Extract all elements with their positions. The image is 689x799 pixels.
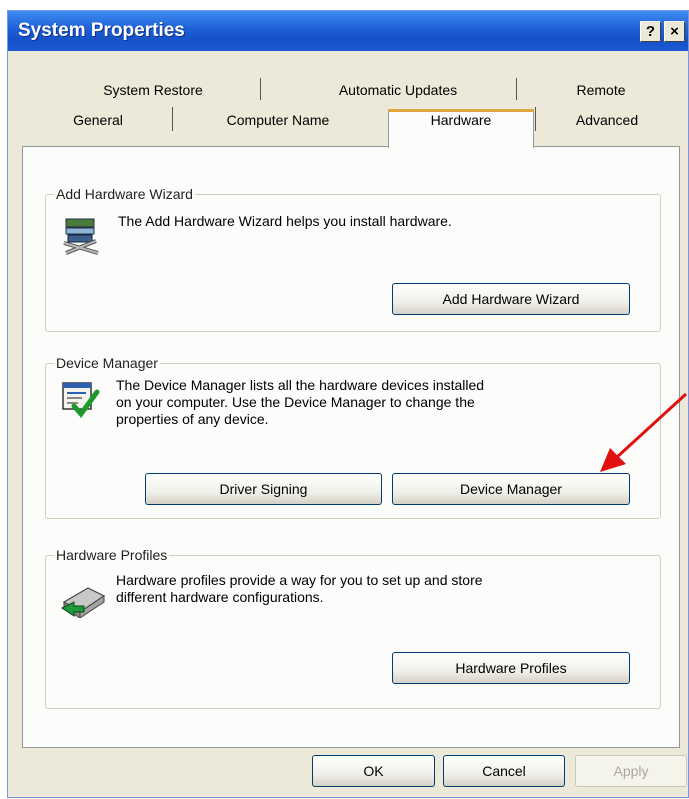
device-manager-description-line: on your computer. Use the Device Manager… xyxy=(116,394,475,410)
ok-button[interactable]: OK xyxy=(312,755,435,787)
add-hardware-description: The Add Hardware Wizard helps you instal… xyxy=(118,213,452,229)
device-manager-description-line: The Device Manager lists all the hardwar… xyxy=(116,377,485,393)
tab-computer-name[interactable]: Computer Name xyxy=(188,110,368,130)
tab-divider xyxy=(535,107,536,131)
tab-hardware-label: Hardware xyxy=(430,112,492,128)
add-hardware-wizard-button[interactable]: Add Hardware Wizard xyxy=(392,283,630,315)
close-button[interactable]: × xyxy=(664,21,685,42)
tab-remote[interactable]: Remote xyxy=(536,80,666,100)
tab-system-restore[interactable]: System Restore xyxy=(68,80,238,100)
add-hardware-group: Add Hardware Wizard The Add Hardware Wiz… xyxy=(45,185,661,332)
device-manager-group: Device Manager The Device Manager lists … xyxy=(45,354,661,519)
hardware-profiles-button[interactable]: Hardware Profiles xyxy=(392,652,630,684)
group-label: Add Hardware Wizard xyxy=(54,185,195,203)
hardware-profiles-group: Hardware Profiles Hardware profiles prov… xyxy=(45,546,661,709)
tab-general[interactable]: General xyxy=(38,110,158,130)
window-title: System Properties xyxy=(18,20,185,41)
group-label: Hardware Profiles xyxy=(54,546,170,564)
tab-automatic-updates[interactable]: Automatic Updates xyxy=(288,80,508,100)
apply-button[interactable]: Apply xyxy=(575,755,687,787)
hardware-profiles-description-line: different hardware configurations. xyxy=(116,589,324,605)
cancel-button[interactable]: Cancel xyxy=(443,755,565,787)
hardware-profiles-description-line: Hardware profiles provide a way for you … xyxy=(116,572,483,588)
help-button[interactable]: ? xyxy=(640,21,661,42)
driver-signing-button[interactable]: Driver Signing xyxy=(145,473,382,505)
tab-divider xyxy=(516,78,517,100)
hardware-profiles-icon xyxy=(61,587,106,618)
add-hardware-icon xyxy=(63,218,99,255)
group-label: Device Manager xyxy=(54,354,160,372)
tab-advanced[interactable]: Advanced xyxy=(542,110,672,130)
hardware-tab-panel: Add Hardware Wizard The Add Hardware Wiz… xyxy=(22,146,680,748)
annotation-arrow-icon xyxy=(600,392,688,472)
device-manager-description-line: properties of any device. xyxy=(116,411,269,427)
title-bar[interactable]: System Properties ? × xyxy=(8,11,688,51)
tab-hardware[interactable]: Hardware xyxy=(388,109,534,148)
device-manager-icon xyxy=(62,382,100,419)
system-properties-window: System Properties ? × System Restore Aut… xyxy=(7,10,689,798)
tab-divider xyxy=(172,107,173,131)
tab-divider xyxy=(260,78,261,100)
